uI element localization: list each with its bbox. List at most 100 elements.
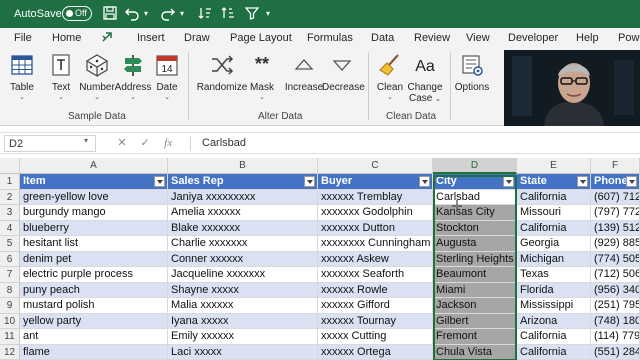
cell-phone[interactable]: (114) 779- xyxy=(591,329,640,345)
cancel-icon[interactable]: ✕ xyxy=(112,136,132,149)
undo-icon[interactable] xyxy=(124,5,140,21)
sort-descending-icon[interactable] xyxy=(220,5,236,21)
redo-icon[interactable] xyxy=(160,5,176,21)
sort-icon[interactable] xyxy=(197,5,213,21)
column-header-c[interactable]: C xyxy=(318,158,433,174)
tab-formulas[interactable]: Formulas xyxy=(307,32,353,44)
row-header[interactable]: 1 xyxy=(0,174,20,190)
tab-data[interactable]: Data xyxy=(371,32,394,44)
cell-state[interactable]: Mississippi xyxy=(517,298,591,314)
cell-city[interactable]: Miami xyxy=(433,282,517,298)
row-header[interactable]: 5 xyxy=(0,236,20,252)
clean-button[interactable]: Clean ⌄ xyxy=(374,52,406,101)
cell-city[interactable]: Sterling Heights xyxy=(433,251,517,267)
name-box-dropdown-icon[interactable]: ▾ xyxy=(84,136,88,145)
cell-sales-rep[interactable]: Iyana xxxxx xyxy=(168,313,318,329)
cell-city[interactable]: Augusta xyxy=(433,236,517,252)
cell-city[interactable]: Carlsbad xyxy=(433,189,517,205)
cell-phone[interactable]: (551) 284- xyxy=(591,344,640,360)
cell-city[interactable]: Beaumont xyxy=(433,267,517,283)
cell-state[interactable]: Michigan xyxy=(517,251,591,267)
save-icon[interactable] xyxy=(102,5,118,21)
cell-sales-rep[interactable]: Amelia xxxxxx xyxy=(168,205,318,221)
cell-phone[interactable]: (607) 712- xyxy=(591,189,640,205)
cell-sales-rep[interactable]: Janiya xxxxxxxxx xyxy=(168,189,318,205)
cell-phone[interactable]: (251) 795- xyxy=(591,298,640,314)
cell-sales-rep[interactable]: Blake xxxxxxx xyxy=(168,220,318,236)
cell-city[interactable]: Gilbert xyxy=(433,313,517,329)
cell-buyer[interactable]: xxxxxx Ortega xyxy=(318,344,433,360)
tab-view[interactable]: View xyxy=(466,32,490,44)
tab-page-layout[interactable]: Page Layout xyxy=(230,32,292,44)
cell-state[interactable]: California xyxy=(517,189,591,205)
cell-phone[interactable]: (139) 512- xyxy=(591,220,640,236)
cell-buyer[interactable]: xxxxxx Gifford xyxy=(318,298,433,314)
cell-sales-rep[interactable]: Conner xxxxxx xyxy=(168,251,318,267)
cell-buyer[interactable]: xxxxxxx Dutton xyxy=(318,220,433,236)
mask-button[interactable]: ** Mask ⌄ xyxy=(248,52,276,101)
tab-review[interactable]: Review xyxy=(414,32,450,44)
table-button[interactable]: Table ⌄ xyxy=(6,52,38,101)
cell-city[interactable]: Stockton xyxy=(433,220,517,236)
cell-item[interactable]: burgundy mango xyxy=(20,205,168,221)
column-header-a[interactable]: A xyxy=(20,158,168,174)
cell-sales-rep[interactable]: Laci xxxxx xyxy=(168,344,318,360)
row-header[interactable]: 6 xyxy=(0,251,20,267)
cell-sales-rep[interactable]: Malia xxxxxx xyxy=(168,298,318,314)
cell-buyer[interactable]: xxxxxx Askew xyxy=(318,251,433,267)
row-header[interactable]: 7 xyxy=(0,267,20,283)
filter-dropdown-icon[interactable] xyxy=(304,176,315,187)
row-header[interactable]: 3 xyxy=(0,205,20,221)
row-header[interactable]: 11 xyxy=(0,329,20,345)
filter-dropdown-icon[interactable] xyxy=(154,176,165,187)
cell-phone[interactable]: (797) 772- xyxy=(591,205,640,221)
tab-add-in-active[interactable] xyxy=(98,30,116,51)
row-header[interactable]: 8 xyxy=(0,282,20,298)
filter-dropdown-icon[interactable] xyxy=(503,176,514,187)
row-header[interactable]: 9 xyxy=(0,298,20,314)
column-header-b[interactable]: B xyxy=(168,158,318,174)
column-header-e[interactable]: E xyxy=(517,158,591,174)
cell-buyer[interactable]: xxxxxxx Seaforth xyxy=(318,267,433,283)
cell-phone[interactable]: (712) 506- xyxy=(591,267,640,283)
cell-state[interactable]: Missouri xyxy=(517,205,591,221)
tab-file[interactable]: File xyxy=(14,32,32,44)
tab-power[interactable]: Power xyxy=(618,32,640,44)
insert-function-icon[interactable]: fx xyxy=(158,137,178,149)
decrease-button[interactable]: Decrease xyxy=(322,52,365,93)
row-header[interactable]: 12 xyxy=(0,344,20,360)
cell-item[interactable]: mustard polish xyxy=(20,298,168,314)
text-button[interactable]: Text ⌄ xyxy=(46,52,76,101)
cell-state[interactable]: California xyxy=(517,329,591,345)
cell-phone[interactable]: (774) 505- xyxy=(591,251,640,267)
cell-city[interactable]: Fremont xyxy=(433,329,517,345)
increase-button[interactable]: Increase xyxy=(284,52,324,93)
undo-dropdown-icon[interactable]: ▾ xyxy=(144,9,160,25)
cell-sales-rep[interactable]: Shayne xxxxx xyxy=(168,282,318,298)
select-all-corner[interactable] xyxy=(0,158,20,174)
cell-buyer[interactable]: xxxxxx Rowle xyxy=(318,282,433,298)
cell-item[interactable]: electric purple process xyxy=(20,267,168,283)
cell-item[interactable]: blueberry xyxy=(20,220,168,236)
cell-item[interactable]: puny peach xyxy=(20,282,168,298)
formula-input[interactable]: Carlsbad xyxy=(202,137,246,149)
column-header-f[interactable]: F xyxy=(591,158,640,174)
change-case-button[interactable]: Aa Change Case ⌄ xyxy=(406,52,444,105)
cell-city[interactable]: Kansas City xyxy=(433,205,517,221)
tab-draw[interactable]: Draw xyxy=(184,32,210,44)
row-header[interactable]: 2 xyxy=(0,189,20,205)
tab-help[interactable]: Help xyxy=(576,32,599,44)
cell-buyer[interactable]: xxxxxx Tremblay xyxy=(318,189,433,205)
tab-insert[interactable]: Insert xyxy=(137,32,165,44)
cell-item[interactable]: hesitant list xyxy=(20,236,168,252)
cell-item[interactable]: flame xyxy=(20,344,168,360)
cell-item[interactable]: denim pet xyxy=(20,251,168,267)
address-button[interactable]: Address ⌄ xyxy=(114,52,152,101)
cell-city[interactable]: Chula Vista xyxy=(433,344,517,360)
cell-state[interactable]: Florida xyxy=(517,282,591,298)
cell-sales-rep[interactable]: Jacqueline xxxxxxx xyxy=(168,267,318,283)
cell-item[interactable]: ant xyxy=(20,329,168,345)
cell-buyer[interactable]: xxxxxx Tournay xyxy=(318,313,433,329)
row-header[interactable]: 4 xyxy=(0,220,20,236)
cell-sales-rep[interactable]: Charlie xxxxxxx xyxy=(168,236,318,252)
